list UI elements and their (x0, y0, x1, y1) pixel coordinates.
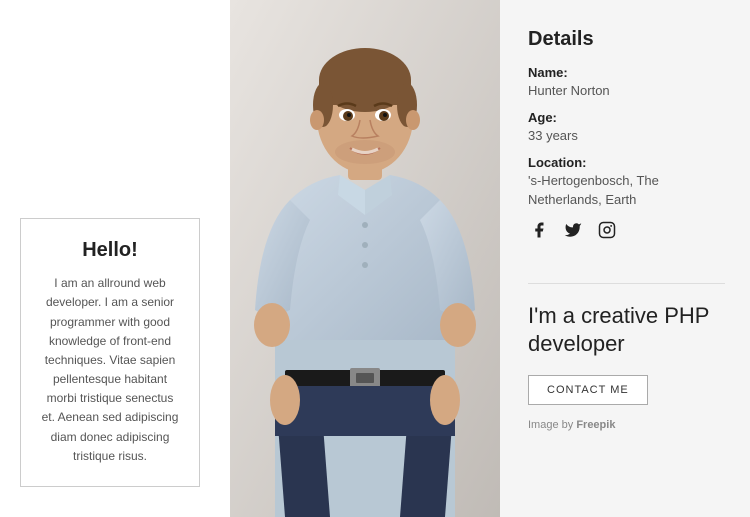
name-label: Name: (528, 65, 725, 80)
details-title: Details (528, 28, 725, 51)
hello-text: I am an allround web developer. I am a s… (39, 274, 181, 466)
tagline: I'm a creative PHP developer (528, 302, 725, 359)
age-value: 33 years (528, 127, 725, 145)
freepik-link[interactable]: Freepik (576, 419, 615, 431)
hello-box: Hello! I am an allround web developer. I… (20, 218, 200, 487)
photo-panel (230, 0, 500, 517)
freepik-text-prefix: Image by (528, 419, 576, 431)
hello-title: Hello! (39, 239, 181, 262)
location-value: 's-Hertogenbosch, The Netherlands, Earth (528, 172, 725, 208)
page-layout: Hello! I am an allround web developer. I… (0, 0, 750, 517)
social-icons-group (528, 219, 725, 241)
age-label: Age: (528, 110, 725, 125)
details-section: Details Name: Hunter Norton Age: 33 year… (528, 28, 725, 263)
location-label: Location: (528, 155, 725, 170)
facebook-icon[interactable] (528, 219, 550, 241)
right-panel: Details Name: Hunter Norton Age: 33 year… (500, 0, 750, 517)
person-photo (230, 0, 500, 517)
section-divider (528, 283, 725, 284)
left-panel: Hello! I am an allround web developer. I… (0, 0, 230, 517)
contact-button[interactable]: CONTACT ME (528, 375, 648, 405)
twitter-icon[interactable] (562, 219, 584, 241)
instagram-icon[interactable] (596, 219, 618, 241)
freepik-credit: Image by Freepik (528, 419, 725, 431)
name-value: Hunter Norton (528, 82, 725, 100)
